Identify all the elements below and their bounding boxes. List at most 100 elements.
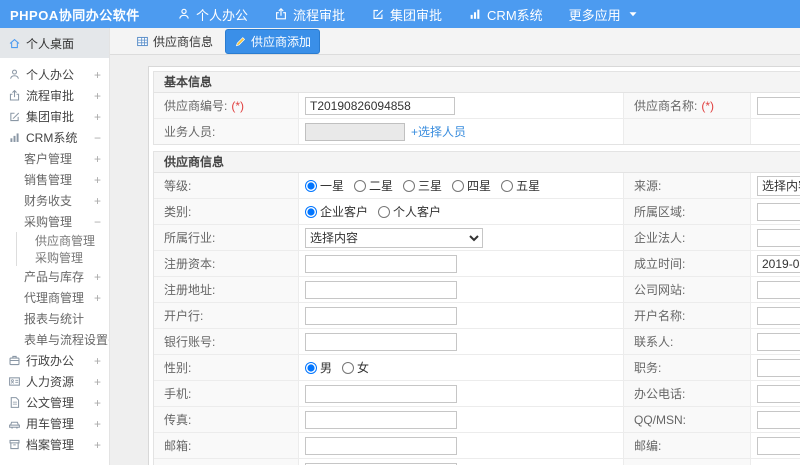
field-cell: +选择人员 (299, 119, 624, 144)
radio-option[interactable]: 企业客户 (305, 203, 368, 220)
sidebar-item-product-inventory[interactable]: 产品与库存 + (0, 266, 109, 287)
expand-plus-icon[interactable]: + (94, 68, 101, 82)
expand-plus-icon[interactable]: + (94, 110, 101, 124)
radio-button[interactable] (342, 361, 355, 374)
sidebar-item-label: 代理商管理 (24, 291, 85, 305)
nav-workflow-approval[interactable]: 流程审批 (261, 0, 358, 28)
office-phone-input[interactable] (757, 384, 800, 403)
sidebar-item-customer-mgmt[interactable]: 客户管理 + (0, 148, 109, 169)
fax-input[interactable] (305, 410, 457, 429)
qq-msn-input[interactable] (757, 410, 800, 429)
radio-button[interactable] (354, 179, 367, 192)
tab-supplier-info[interactable]: 供应商信息 (132, 30, 217, 53)
sidebar-item-purchase-mgmt[interactable]: 采购管理 − (0, 211, 109, 232)
radio-button[interactable] (305, 205, 317, 218)
hamburger-button[interactable] (132, 0, 164, 28)
founding-date-input[interactable] (757, 254, 800, 273)
hamburger-icon (141, 7, 155, 21)
radio-option[interactable]: 个人客户 (378, 203, 441, 220)
sidebar-item-label: 流程审批 (26, 89, 75, 103)
expand-plus-icon[interactable]: + (94, 291, 101, 305)
region-input[interactable] (757, 202, 800, 221)
supplier-add-form: 基本信息供应商编号:(*) 供应商名称:(*) 业务人员: +选择人员供应商信息等级:… (148, 66, 800, 465)
sidebar-item-document-mgmt[interactable]: 公文管理 + (0, 392, 109, 413)
expand-plus-icon[interactable]: + (94, 194, 101, 208)
bank-input[interactable] (305, 306, 457, 325)
sidebar-item-agent-mgmt[interactable]: 代理商管理 + (0, 287, 109, 308)
nav-personal-office[interactable]: 个人办公 (164, 0, 261, 28)
field-cell (299, 381, 624, 406)
sidebar-item-human-resources[interactable]: 人力资源 + (0, 371, 109, 392)
supplier-code-input[interactable] (305, 96, 455, 115)
radio-button[interactable] (501, 179, 514, 192)
supplier-name-input[interactable] (757, 96, 800, 115)
radio-button[interactable] (378, 205, 391, 218)
sidebar-item-workflow-approval[interactable]: 流程审批 + (0, 85, 109, 106)
sidebar-item-crm-system[interactable]: CRM系统 − (0, 127, 109, 148)
field-cell (751, 459, 800, 465)
sidebar-item-finance-inout[interactable]: 财务收支 + (0, 190, 109, 211)
radio-option[interactable]: 女 (342, 359, 369, 376)
position-input[interactable] (757, 358, 800, 377)
expand-plus-icon[interactable]: + (94, 152, 101, 166)
form-row: 手机: 办公电话: (154, 381, 800, 407)
expand-plus-icon[interactable]: + (94, 438, 101, 452)
expand-plus-icon[interactable]: + (94, 89, 101, 103)
sidebar-item-label: 个人办公 (26, 68, 75, 82)
expand-plus-icon[interactable]: + (94, 375, 101, 389)
choose-person-link[interactable]: +选择人员 (411, 123, 466, 140)
registered-address-input[interactable] (305, 280, 457, 299)
field-cell (751, 93, 800, 118)
form-row: 业务人员: +选择人员 (154, 119, 800, 144)
sidebar-item-purchasing[interactable]: 采购管理 (0, 249, 109, 266)
sidebar-item-form-flow-settings[interactable]: 表单与流程设置+ (0, 329, 109, 350)
radio-option[interactable]: 四星 (452, 177, 491, 194)
bank-account-input[interactable] (305, 332, 457, 351)
form-row: 类别: 企业客户 个人客户 所属区域: (154, 199, 800, 225)
expand-plus-icon[interactable]: + (94, 396, 101, 410)
field-label: 成立时间: (624, 251, 751, 276)
radio-button[interactable] (452, 179, 465, 192)
mobile-input[interactable] (305, 384, 457, 403)
email-input[interactable] (305, 436, 457, 455)
collapse-minus-icon[interactable]: − (94, 215, 101, 229)
expand-plus-icon[interactable]: + (108, 333, 109, 347)
collapse-minus-icon[interactable]: − (94, 131, 101, 145)
sidebar-item-group-approval[interactable]: 集团审批 + (0, 106, 109, 127)
radio-button[interactable] (403, 179, 416, 192)
radio-option[interactable]: 二星 (354, 177, 393, 194)
legal-person-input[interactable] (757, 228, 800, 247)
expand-plus-icon[interactable]: + (94, 173, 101, 187)
sidebar-item-admin-office[interactable]: 行政办公 + (0, 350, 109, 371)
radio-option[interactable]: 三星 (403, 177, 442, 194)
industry-select[interactable]: 选择内容 (305, 227, 483, 248)
sidebar-item-personal-office[interactable]: 个人办公 + (0, 64, 109, 85)
sidebar-item-vehicle-mgmt[interactable]: 用车管理 + (0, 413, 109, 434)
radio-option[interactable]: 五星 (501, 177, 540, 194)
nav-group-approval[interactable]: 集团审批 (358, 0, 455, 28)
nav-crm-system[interactable]: CRM系统 (455, 0, 556, 28)
radio-option[interactable]: 一星 (305, 177, 344, 194)
source-select[interactable]: 选择内容 (757, 175, 800, 196)
radio-button[interactable] (305, 361, 317, 374)
registered-capital-input[interactable] (305, 254, 457, 273)
expand-plus-icon[interactable]: + (94, 417, 101, 431)
nav-more-apps[interactable]: 更多应用 (556, 0, 653, 28)
radio-button[interactable] (305, 179, 317, 192)
account-name-input[interactable] (757, 306, 800, 325)
radio-option[interactable]: 男 (305, 359, 332, 376)
sidebar-item-sales-mgmt[interactable]: 销售管理 + (0, 169, 109, 190)
field-label: 供应商名称: (*) (624, 93, 751, 118)
sidebar-item-label: 表单与流程设置 (24, 333, 109, 347)
expand-plus-icon[interactable]: + (94, 270, 101, 284)
postcode-input[interactable] (757, 436, 800, 455)
expand-plus-icon[interactable]: + (94, 354, 101, 368)
sidebar-item-archive-mgmt[interactable]: 档案管理 + (0, 434, 109, 455)
sidebar-item-supplier-mgmt[interactable]: 供应商管理 (0, 232, 109, 249)
tab-supplier-add[interactable]: 供应商添加 (225, 28, 321, 54)
contact-person-input[interactable] (757, 332, 800, 351)
company-website-input[interactable] (757, 280, 800, 299)
business-person-input[interactable] (305, 122, 405, 141)
sidebar-item-personal-desktop[interactable]: 个人桌面 (0, 28, 109, 58)
sidebar-item-reports-stats[interactable]: 报表与统计 (0, 308, 109, 329)
